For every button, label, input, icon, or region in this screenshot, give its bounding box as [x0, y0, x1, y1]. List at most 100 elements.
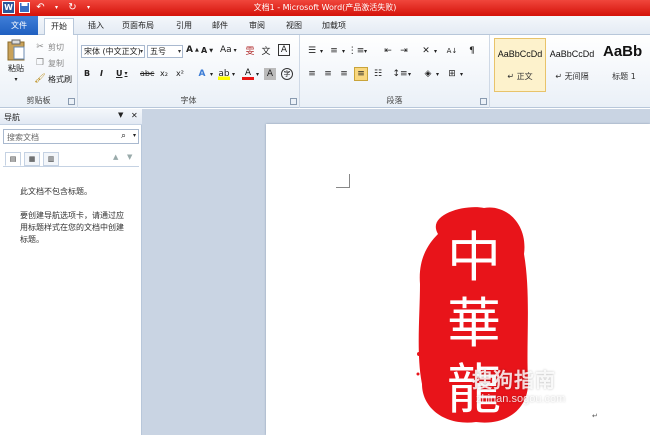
multilevel-list-button[interactable]: ⋮≡ ▾ [347, 45, 367, 57]
seal-speck [524, 312, 528, 316]
tab-home[interactable]: 开始 [44, 18, 74, 35]
tab-view[interactable]: 视图 [280, 18, 308, 35]
subscript-button[interactable]: x₂ [160, 69, 168, 78]
phonetic-guide-button[interactable]: 雯 [244, 44, 256, 57]
borders-button[interactable]: ⊞ ▾ [446, 68, 463, 80]
justify-button[interactable]: ≡ [354, 67, 368, 81]
format-painter-button[interactable]: 🖌 格式刷 [34, 73, 72, 85]
tab-headings[interactable]: ▤ [5, 152, 21, 166]
show-marks-button[interactable]: ¶ [466, 45, 478, 57]
next-icon[interactable]: ▼ [127, 153, 132, 161]
increase-indent-button[interactable]: ⇥ [398, 45, 410, 57]
enclose-char-button[interactable]: 文 [260, 44, 272, 57]
superscript-label: x² [176, 69, 184, 78]
italic-button[interactable]: I [100, 69, 103, 78]
underline-label: U [116, 69, 123, 78]
navigation-pane: 导航 ▼ ✕ 搜索文档 ⌕ ▾ ▤ ▦ ▥ ▲ ▼ 此文档不包含标题。 要创建导… [0, 109, 142, 435]
copy-button[interactable]: ❐ 复制 [34, 57, 64, 69]
bold-button[interactable]: B [84, 69, 90, 78]
style-sample: AaBb [603, 43, 643, 60]
enclose-icon: 文 [261, 46, 271, 57]
paragraph-group: ☰ ▾ ≡ ▾ ⋮≡ ▾ ⇤ ⇥ ✕ ▾ A↓ ¶ ≡ ≡ ≡ ≡ ☷ ↕≡ ▾ ◈ ▾ ⊞… [300, 35, 490, 108]
border-a-icon: A [278, 44, 290, 56]
close-icon[interactable]: ✕ [131, 111, 138, 120]
style-normal[interactable]: AaBbCcDd ↵ 正文 [494, 38, 546, 92]
line-spacing-button[interactable]: ↕≡ ▾ [392, 68, 411, 80]
prev-icon[interactable]: ▲ [113, 153, 118, 161]
strikethrough-button[interactable]: abc [140, 69, 154, 78]
char-shading-button[interactable]: A [264, 68, 276, 80]
underline-button[interactable]: U ▾ [116, 69, 128, 78]
distributed-icon: ☷ [373, 69, 383, 79]
tab-addins[interactable]: 加载项 [316, 18, 352, 35]
style-sample: AaBbCcDd [549, 49, 595, 59]
highlighter-icon: ab [218, 68, 230, 80]
styles-gallery: AaBbCcDd ↵ 正文 AaBbCcDd ↵ 无间隔 AaBb 标题 1 [490, 38, 650, 92]
font-name-combo[interactable]: 宋体 (中文正文) ▾ [81, 45, 145, 58]
seal-char-1: 中 [447, 226, 501, 289]
dialog-launcher-icon[interactable] [68, 98, 75, 105]
tab-page-layout[interactable]: 页面布局 [116, 18, 160, 35]
tab-review[interactable]: 审阅 [243, 18, 271, 35]
tab-pages[interactable]: ▦ [24, 152, 40, 166]
superscript-button[interactable]: x² [176, 69, 184, 78]
highlight-button[interactable]: ab ▾ [218, 68, 235, 80]
char-border-button[interactable]: A [278, 44, 290, 56]
watermark-url: zhinan.sogou.com [476, 393, 566, 405]
clipboard-group-label: 剪贴板 [26, 96, 51, 105]
shading-button[interactable]: ◈ ▾ [422, 68, 439, 80]
align-right-button[interactable]: ≡ [338, 68, 350, 80]
tab-file[interactable]: 文件 [0, 16, 38, 35]
ribbon-tabs: 文件 开始 插入 页面布局 引用 邮件 审阅 视图 加载项 [0, 16, 650, 35]
chevron-down-icon[interactable]: ▾ [133, 132, 136, 139]
dialog-launcher-icon[interactable] [290, 98, 297, 105]
paragraph-group-label: 段落 [386, 96, 403, 105]
tab-mailings[interactable]: 邮件 [206, 18, 234, 35]
seal-speck [417, 352, 421, 356]
style-sample: AaBbCcDd [497, 49, 543, 59]
nav-tabs: ▤ ▦ ▥ ▲ ▼ [3, 151, 139, 167]
paste-button[interactable]: 粘贴 ▾ [6, 39, 26, 83]
watermark: 搜狗指南 zhinan.sogou.com [472, 364, 565, 405]
grow-font-button[interactable]: A ▲ [186, 45, 199, 55]
chinese-layout-button[interactable]: ✕ ▾ [420, 45, 437, 57]
font-group: 宋体 (中文正文) ▾ 五号 ▾ A ▲ A ▼ Aa ▾ 雯 文 A B I U ▾ … [78, 35, 300, 108]
change-case-button[interactable]: Aa ▾ [220, 45, 237, 55]
align-left-icon: ≡ [308, 69, 316, 79]
clipboard-group: 粘贴 ▾ ✂ 剪切 ❐ 复制 🖌 格式刷 剪贴板 [0, 35, 78, 108]
distributed-button[interactable]: ☷ [372, 68, 384, 80]
tab-insert[interactable]: 插入 [82, 18, 110, 35]
document-area: 中 華 龍 搜狗指南 zhinan.sogou.com ↵ [142, 109, 650, 435]
style-no-spacing[interactable]: AaBbCcDd ↵ 无间隔 [547, 38, 597, 92]
shrink-font-button[interactable]: A ▼ [201, 46, 213, 55]
tab-results[interactable]: ▥ [43, 152, 59, 166]
paint-bucket-icon: ◈ [424, 69, 432, 79]
sort-button[interactable]: A↓ [446, 45, 458, 57]
headings-icon: ▤ [9, 155, 17, 163]
style-heading-1[interactable]: AaBb 标题 1 [598, 38, 650, 92]
dialog-launcher-icon[interactable] [480, 98, 487, 105]
cut-button[interactable]: ✂ 剪切 [34, 41, 64, 53]
search-icon[interactable]: ⌕ [121, 131, 126, 141]
numbering-button[interactable]: ≡ ▾ [328, 45, 345, 57]
margin-corner-mark [336, 174, 350, 188]
multilevel-list-icon: ⋮≡ [347, 46, 365, 56]
enclosed-char-icon: 字 [281, 68, 293, 80]
format-painter-label: 格式刷 [48, 74, 72, 84]
bullets-button[interactable]: ☰ ▾ [306, 45, 323, 57]
chevron-down-icon: ▾ [177, 48, 181, 55]
text-effects-button[interactable]: A ▾ [196, 68, 214, 80]
font-color-button[interactable]: A ▾ [242, 68, 259, 80]
nav-menu-icon[interactable]: ▼ [118, 111, 123, 119]
align-center-icon: ≡ [324, 69, 332, 79]
document-page[interactable]: 中 華 龍 搜狗指南 zhinan.sogou.com ↵ [266, 124, 650, 435]
align-center-button[interactable]: ≡ [322, 68, 334, 80]
tab-references[interactable]: 引用 [170, 18, 198, 35]
style-name: 标题 1 [612, 72, 636, 81]
font-size-combo[interactable]: 五号 ▾ [147, 45, 183, 58]
enclosed-char-button[interactable]: 字 [281, 68, 293, 80]
paragraph-mark: ↵ [592, 412, 598, 420]
decrease-indent-button[interactable]: ⇤ [382, 45, 394, 57]
search-input[interactable]: 搜索文档 ⌕ ▾ [3, 129, 139, 144]
align-left-button[interactable]: ≡ [306, 68, 318, 80]
